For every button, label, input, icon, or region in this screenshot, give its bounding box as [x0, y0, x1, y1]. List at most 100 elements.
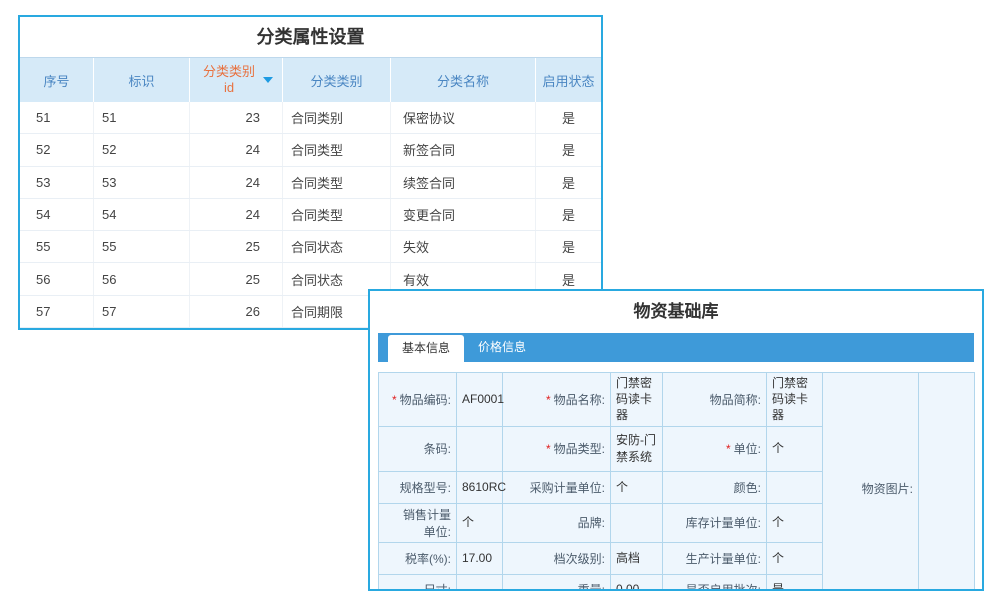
tab-basic-info[interactable]: 基本信息 [388, 335, 464, 362]
field-value-purchase-unit[interactable]: 个 [611, 471, 663, 503]
field-value-brand[interactable] [611, 503, 663, 542]
cell-identifier: 55 [94, 231, 190, 262]
cell-category-name: 保密协议 [391, 102, 536, 133]
field-label-weight: *重量: [503, 574, 611, 591]
cell-category-type: 合同类型 [283, 167, 391, 198]
cell-category-id: 23 [190, 102, 283, 133]
cell-category-id: 26 [190, 296, 283, 327]
column-header-enabled-status: 启用状态 [536, 58, 601, 102]
cell-category-name: 续签合同 [391, 167, 536, 198]
field-label-brand: *品牌: [503, 503, 611, 542]
field-value-production-unit[interactable]: 个 [767, 542, 823, 574]
cell-enabled: 是 [536, 167, 601, 198]
required-asterisk: * [392, 393, 397, 407]
cell-identifier: 54 [94, 199, 190, 230]
field-value-tax-rate[interactable]: 17.00 [457, 542, 503, 574]
field-value-unit[interactable]: 个 [767, 426, 823, 471]
field-value-grade-level[interactable]: 高档 [611, 542, 663, 574]
cell-enabled: 是 [536, 231, 601, 262]
field-value-stock-unit[interactable]: 个 [767, 503, 823, 542]
field-value-weight[interactable]: 0.00 [611, 574, 663, 591]
field-value-color[interactable] [767, 471, 823, 503]
tab-price-info[interactable]: 价格信息 [464, 333, 540, 362]
cell-seq: 52 [20, 134, 94, 165]
field-label-stock-unit: *库存计量单位: [663, 503, 767, 542]
cell-category-id: 25 [190, 263, 283, 294]
field-value-item-type[interactable]: 安防-门禁系统 [611, 426, 663, 471]
table-header-row: 序号 标识 分类类别id 分类类别 分类名称 启用状态 [20, 57, 601, 102]
field-label-sales-unit: *销售计量单位: [379, 503, 457, 542]
cell-category-type: 合同类型 [283, 134, 391, 165]
field-value-size[interactable] [457, 574, 503, 591]
sorted-column-label: 分类类别id [199, 64, 259, 97]
cell-category-id: 24 [190, 167, 283, 198]
field-label-production-unit: *生产计量单位: [663, 542, 767, 574]
required-asterisk: * [726, 442, 731, 456]
cell-identifier: 51 [94, 102, 190, 133]
page: 分类属性设置 序号 标识 分类类别id 分类类别 分类名称 启用状态 51 51… [0, 0, 1000, 600]
cell-category-type: 合同状态 [283, 231, 391, 262]
table-row[interactable]: 55 55 25 合同状态 失效 是 [20, 231, 601, 263]
cell-category-name: 失效 [391, 231, 536, 262]
cell-identifier: 53 [94, 167, 190, 198]
cell-seq: 55 [20, 231, 94, 262]
cell-category-id: 24 [190, 134, 283, 165]
cell-enabled: 是 [536, 199, 601, 230]
cell-identifier: 56 [94, 263, 190, 294]
field-label-size: *尺寸: [379, 574, 457, 591]
field-value-enable-batch[interactable]: 是 [767, 574, 823, 591]
table-row[interactable]: 54 54 24 合同类型 变更合同 是 [20, 199, 601, 231]
column-header-identifier: 标识 [94, 58, 190, 102]
field-label-color: *颜色: [663, 471, 767, 503]
cell-seq: 54 [20, 199, 94, 230]
column-header-category-id[interactable]: 分类类别id [190, 58, 283, 102]
cell-identifier: 57 [94, 296, 190, 327]
page-title: 分类属性设置 [20, 17, 601, 57]
table-row[interactable]: 53 53 24 合同类型 续签合同 是 [20, 167, 601, 199]
field-label-unit: *单位: [663, 426, 767, 471]
cell-category-id: 25 [190, 231, 283, 262]
field-label-item-short-name: *物品简称: [663, 373, 767, 427]
sort-caret-down-icon[interactable] [263, 77, 273, 83]
material-base-panel: 物资基础库 基本信息 价格信息 *物品编码: AF0001 *物品名称: 门禁密… [368, 289, 984, 591]
page-title: 物资基础库 [370, 291, 982, 333]
required-asterisk: * [546, 393, 551, 407]
cell-category-type: 合同类型 [283, 199, 391, 230]
cell-seq: 53 [20, 167, 94, 198]
field-label-spec-model: *规格型号: [379, 471, 457, 503]
field-label-grade-level: *档次级别: [503, 542, 611, 574]
field-label-enable-batch: *是否启用批次: [663, 574, 767, 591]
column-header-seq: 序号 [20, 58, 94, 102]
cell-seq: 51 [20, 102, 94, 133]
field-label-item-type: *物品类型: [503, 426, 611, 471]
cell-enabled: 是 [536, 134, 601, 165]
cell-seq: 57 [20, 296, 94, 327]
field-value-spec-model[interactable]: 8610RC [457, 471, 503, 503]
tab-bar: 基本信息 价格信息 [378, 333, 974, 362]
field-value-item-code[interactable]: AF0001 [457, 373, 503, 427]
field-label-item-name: *物品名称: [503, 373, 611, 427]
cell-seq: 56 [20, 263, 94, 294]
field-value-sales-unit[interactable]: 个 [457, 503, 503, 542]
cell-category-name: 新签合同 [391, 134, 536, 165]
material-image-label: 物资图片: [823, 373, 919, 592]
cell-enabled: 是 [536, 102, 601, 133]
table-row[interactable]: 52 52 24 合同类型 新签合同 是 [20, 134, 601, 166]
field-value-item-short-name[interactable]: 门禁密码读卡器 [767, 373, 823, 427]
column-header-category-type: 分类类别 [283, 58, 391, 102]
field-label-barcode: *条码: [379, 426, 457, 471]
basic-info-form: *物品编码: AF0001 *物品名称: 门禁密码读卡器 *物品简称: 门禁密码… [378, 372, 974, 591]
category-attribute-panel: 分类属性设置 序号 标识 分类类别id 分类类别 分类名称 启用状态 51 51… [18, 15, 603, 330]
material-image-cell[interactable] [919, 373, 975, 592]
column-header-category-name: 分类名称 [391, 58, 536, 102]
field-label-item-code: *物品编码: [379, 373, 457, 427]
field-value-item-name[interactable]: 门禁密码读卡器 [611, 373, 663, 427]
cell-category-id: 24 [190, 199, 283, 230]
field-label-purchase-unit: *采购计量单位: [503, 471, 611, 503]
cell-category-name: 变更合同 [391, 199, 536, 230]
cell-identifier: 52 [94, 134, 190, 165]
cell-category-type: 合同类别 [283, 102, 391, 133]
table-row[interactable]: 51 51 23 合同类别 保密协议 是 [20, 102, 601, 134]
field-value-barcode[interactable] [457, 426, 503, 471]
field-label-tax-rate: *税率(%): [379, 542, 457, 574]
